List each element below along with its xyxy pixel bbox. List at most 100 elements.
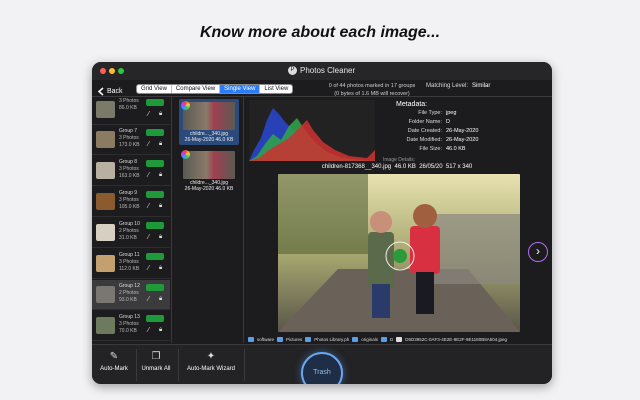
group-size: 93.0 KB xyxy=(119,297,137,303)
magic-wand-icon[interactable]: ⁄ xyxy=(148,203,149,210)
image-dimensions: 517 x 340 xyxy=(445,164,473,170)
image-details-label: Image Details: xyxy=(383,157,415,163)
lock-icon[interactable]: 🔒︎ xyxy=(159,172,162,179)
image-date: 26/05/20 xyxy=(419,164,443,170)
magic-wand-icon: ✎ xyxy=(109,351,119,362)
magic-wand-icon[interactable]: ⁄ xyxy=(148,265,149,272)
group-thumbnail xyxy=(96,162,115,179)
group-thumbnail xyxy=(96,286,115,303)
group-size: 163.0 KB xyxy=(119,173,140,179)
status-badge xyxy=(146,160,164,167)
path-segment[interactable]: Pictures xyxy=(286,337,302,342)
matching-level-label: Matching Level: xyxy=(426,83,469,89)
image-filename: children-817368__340.jpg xyxy=(321,164,392,170)
photo-item[interactable]: childre..._340.jpg 26-May-2020 46.0 KB xyxy=(179,148,239,194)
magic-wand-icon[interactable]: ⁄ xyxy=(148,141,149,148)
group-count: 2 Photos xyxy=(119,228,139,234)
image-info-header: children-817368__340.jpg 46.0 KB 26/05/2… xyxy=(242,164,552,170)
group-item[interactable]: Group 93 Photos 105.0 KB ⁄ 🔒︎ xyxy=(92,187,170,217)
group-count: 3 Photos xyxy=(119,259,139,265)
lock-icon[interactable]: 🔒︎ xyxy=(159,141,162,148)
folder-icon xyxy=(305,337,312,342)
magic-wand-icon[interactable]: ⁄ xyxy=(148,296,149,303)
path-segment[interactable]: Photos Library.ph xyxy=(314,337,349,342)
group-item[interactable]: 3 Photos 86.0 KB ⁄ 🔒︎ xyxy=(92,97,170,125)
magic-wand-icon[interactable]: ⁄ xyxy=(148,111,149,118)
group-item[interactable]: Group 83 Photos 163.0 KB ⁄ 🔒︎ xyxy=(92,156,170,186)
group-item[interactable]: Group 73 Photos 173.0 KB ⁄ 🔒︎ xyxy=(92,125,170,155)
matching-level[interactable]: Matching Level: Similar xyxy=(426,83,490,89)
wizard-icon: ✦ xyxy=(206,351,216,362)
photo-girl-body xyxy=(410,226,440,274)
group-thumbnail xyxy=(96,224,115,241)
photo-boy-head xyxy=(370,211,392,233)
group-count: 3 Photos xyxy=(119,166,139,172)
lock-icon[interactable]: 🔒︎ xyxy=(159,327,162,334)
lock-icon[interactable]: 🔒︎ xyxy=(159,296,162,303)
close-window-button[interactable] xyxy=(100,68,106,74)
photo-date: 26-May-2020 xyxy=(184,186,215,192)
toolbar-separator xyxy=(178,349,179,381)
path-segment[interactable]: software xyxy=(257,337,274,342)
unmark-all-label: Unmark All xyxy=(141,366,171,372)
lock-icon[interactable]: 🔒︎ xyxy=(159,234,162,241)
path-segment[interactable]: originals xyxy=(361,337,378,342)
zoom-window-button[interactable] xyxy=(118,68,124,74)
magic-wand-icon[interactable]: ⁄ xyxy=(148,234,149,241)
auto-mark-wizard-button[interactable]: ✦ Auto-Mark Wizard xyxy=(180,345,242,384)
group-list[interactable]: 3 Photos 86.0 KB ⁄ 🔒︎ Group 73 Photos 173.… xyxy=(92,97,170,343)
tab-single-view[interactable]: Single View xyxy=(220,85,261,93)
window-title: P Photos Cleaner xyxy=(288,66,355,75)
auto-mark-wizard-label: Auto-Mark Wizard xyxy=(186,366,235,372)
headline: Know more about each image... xyxy=(199,24,441,41)
metadata-row: File Type: jpeg xyxy=(376,110,546,116)
group-item[interactable]: Group 13 3 Photos 70.0 KB ⁄ 🔒︎ xyxy=(92,311,170,341)
tab-compare-view[interactable]: Compare View xyxy=(172,85,221,93)
group-thumbnail xyxy=(96,317,115,334)
lock-icon[interactable]: 🔒︎ xyxy=(159,203,162,210)
group-count: 3 Photos xyxy=(119,197,139,203)
metadata-key: File Type: xyxy=(418,110,442,116)
auto-mark-button[interactable]: ✎ Auto-Mark xyxy=(96,345,132,384)
photo-size: 46.0 KB xyxy=(215,137,234,143)
group-size: 86.0 KB xyxy=(119,105,137,111)
group-item[interactable]: Group 11 3 Photos 112.0 KB ⁄ 🔒︎ xyxy=(92,249,170,279)
metadata-value: 26-May-2020 xyxy=(446,137,479,143)
group-name: Group 8 xyxy=(119,159,138,165)
chevron-left-icon xyxy=(98,86,104,96)
group-size: 70.0 KB xyxy=(119,328,137,334)
photo-trees xyxy=(278,174,368,254)
group-item[interactable]: Group 10 2 Photos 31.0 KB ⁄ 🔒︎ xyxy=(92,218,170,248)
metadata-row: File Size: 46.0 KB xyxy=(376,146,546,152)
minimize-window-button[interactable] xyxy=(109,68,115,74)
next-image-button[interactable]: › xyxy=(528,242,548,262)
group-item-selected[interactable]: Group 12 2 Photos 93.0 KB ⁄ 🔒︎ xyxy=(92,280,170,310)
status-badge xyxy=(146,191,164,198)
tab-grid-view[interactable]: Grid View xyxy=(137,85,172,93)
group-size: 173.0 KB xyxy=(119,142,140,148)
back-label: Back xyxy=(107,87,123,95)
main-photo xyxy=(278,174,520,332)
auto-mark-label: Auto-Mark xyxy=(100,366,128,372)
photos-divider xyxy=(243,97,244,343)
photo-size: 46.0 KB xyxy=(215,186,234,192)
path-segment[interactable]: D xyxy=(390,337,393,342)
group-name: Group 13 xyxy=(119,314,140,320)
window-title-text: Photos Cleaner xyxy=(300,66,356,75)
photo-date: 26-May-2020 xyxy=(184,137,215,143)
metadata-title: Metadata: xyxy=(396,101,428,108)
unmark-all-button[interactable]: ❐ Unmark All xyxy=(138,345,174,384)
path-segment[interactable]: D5D3952C-0AF3-4E2E-8E2F-9E1180B8A504.jpe… xyxy=(405,337,507,342)
group-name: Group 7 xyxy=(119,128,138,134)
magic-wand-icon[interactable]: ⁄ xyxy=(148,327,149,334)
photo-thumbnail xyxy=(183,102,235,130)
lock-icon[interactable]: 🔒︎ xyxy=(159,111,162,118)
image-size: 46.0 KB xyxy=(394,164,416,170)
folder-icon xyxy=(277,337,284,342)
status-badge xyxy=(146,315,164,322)
metadata-key: Date Created: xyxy=(407,128,442,134)
photo-item-selected[interactable]: childre..._340.jpg 26-May-2020 46.0 KB xyxy=(179,99,239,145)
lock-icon[interactable]: 🔒︎ xyxy=(159,265,162,272)
tab-list-view[interactable]: List View xyxy=(260,85,292,93)
magic-wand-icon[interactable]: ⁄ xyxy=(148,172,149,179)
